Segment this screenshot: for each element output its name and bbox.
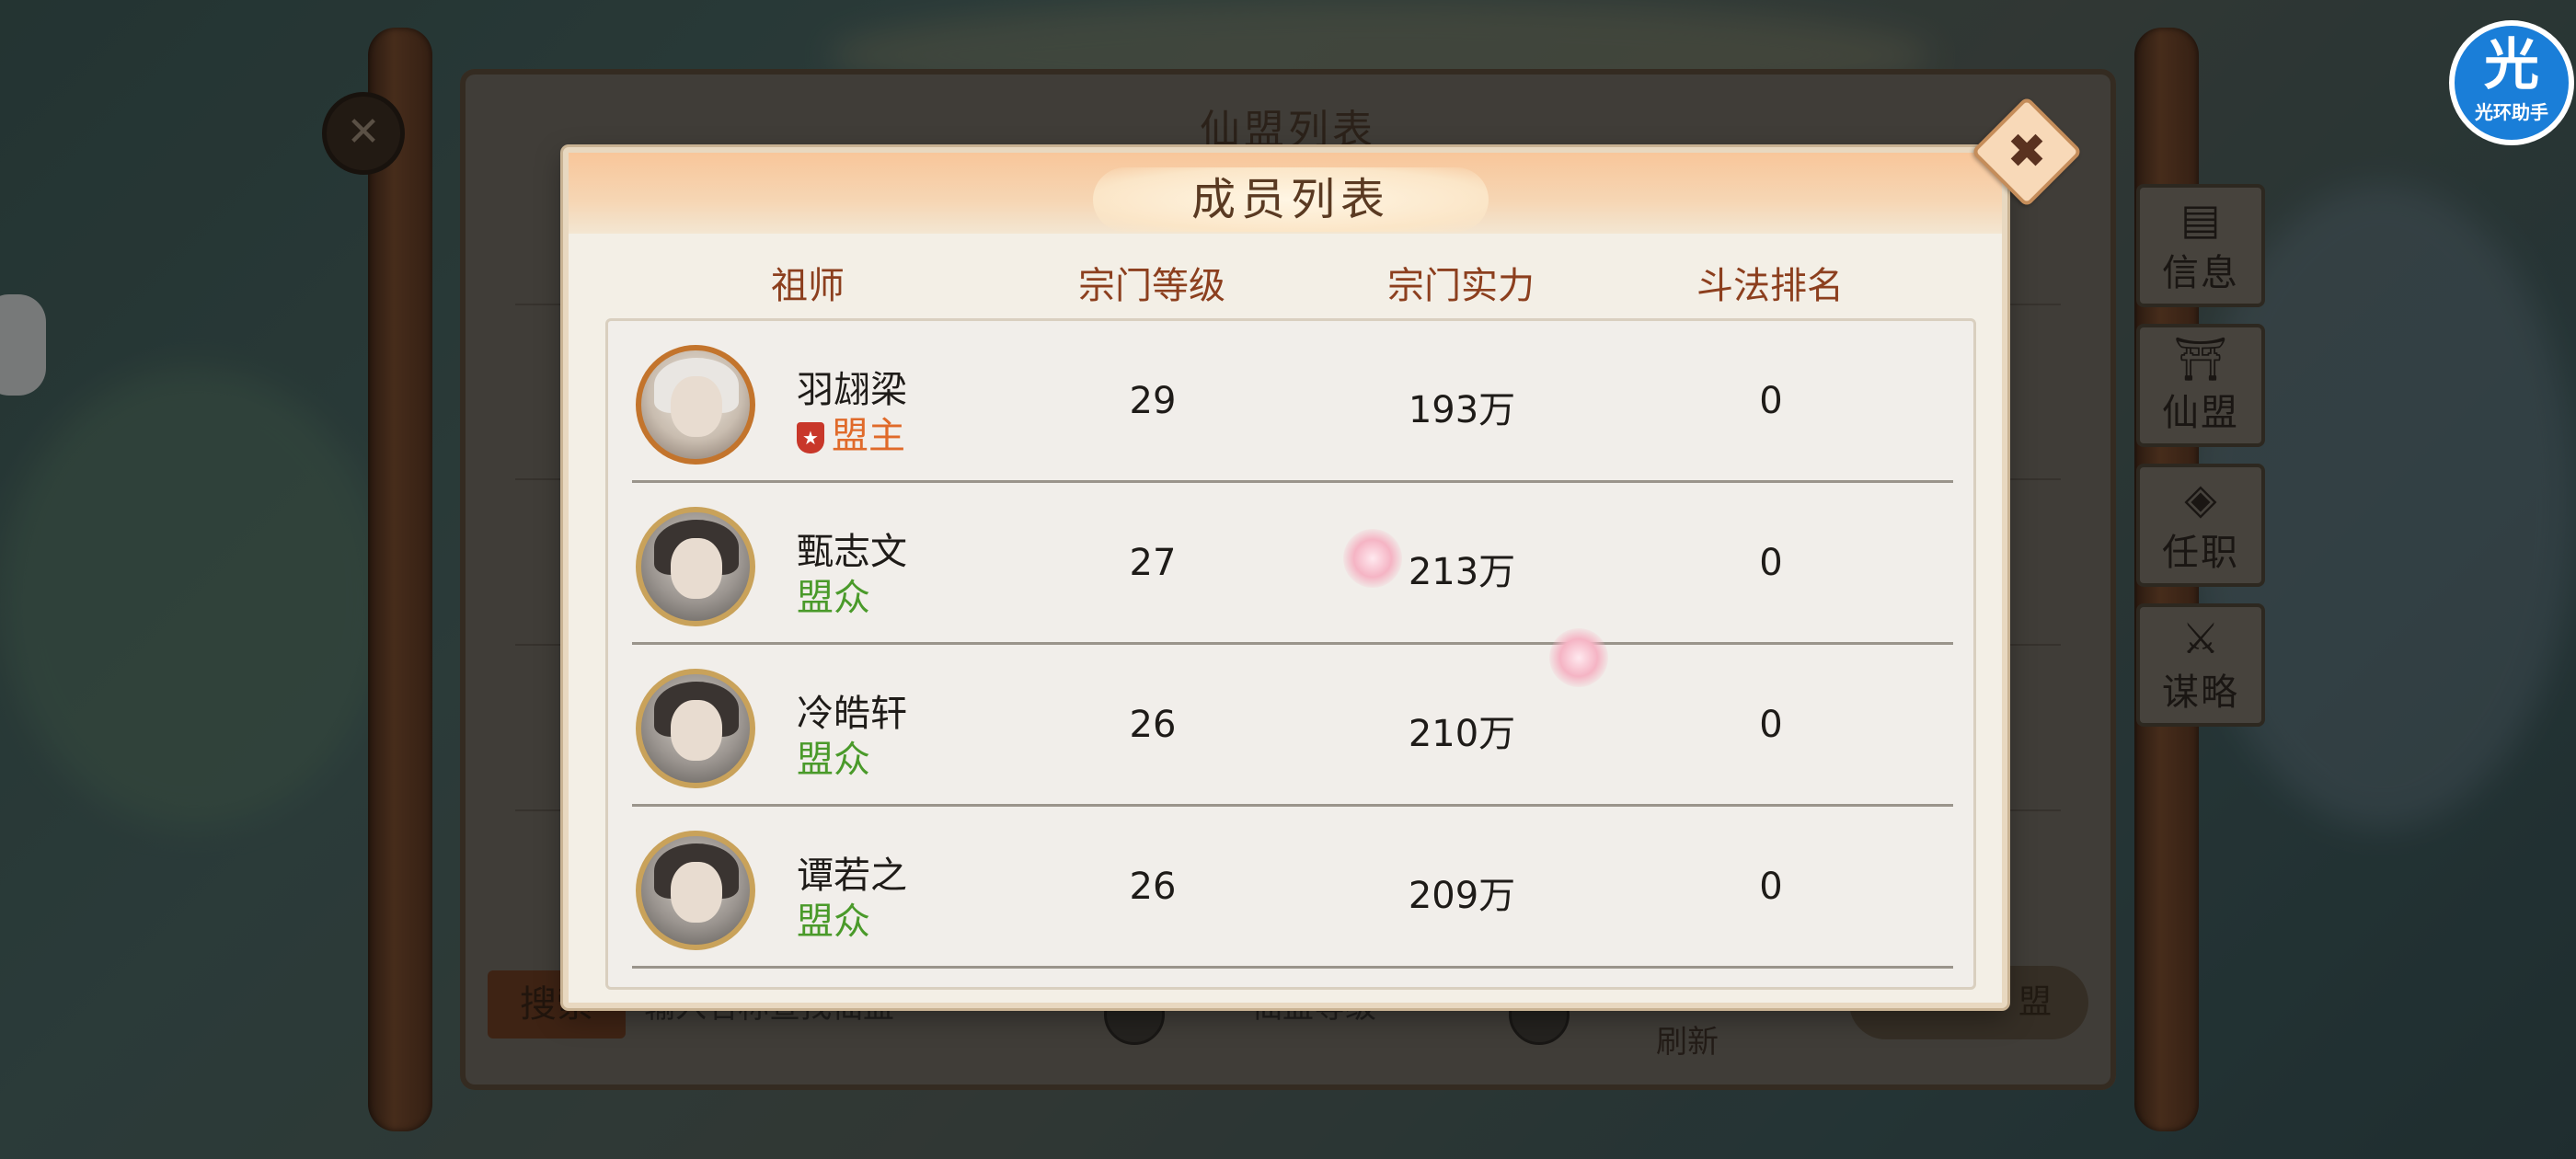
battle-rank: 0 [1759,704,1783,746]
battle-rank: 0 [1759,380,1783,422]
sect-level: 29 [1129,380,1177,422]
row-divider [632,966,1953,969]
column-header-sect-level: 宗门等级 [1078,265,1225,307]
member-rank: 盟众 [797,901,870,943]
sect-level: 26 [1129,704,1177,746]
sect-power: 210万 [1408,713,1516,755]
battle-rank: 0 [1759,542,1783,584]
table-row[interactable]: 羽翃梁 ★ 盟主 29 193万 0 [608,321,1973,483]
member-rank: 盟众 [797,577,870,619]
modal-title: 成员列表 [1093,167,1489,232]
column-header-founder: 祖师 [771,265,845,307]
sect-level: 27 [1129,542,1177,584]
assistant-logo-text: 光环助手 [2475,101,2548,123]
modal-header: 成员列表 [569,153,2002,234]
member-rank: 盟众 [797,739,870,781]
member-rank: ★ 盟主 [797,406,905,459]
member-list-modal: 成员列表 祖师 宗门等级 宗门实力 斗法排名 羽翃梁 ★ 盟主 29 193万 0… [563,147,2007,1008]
sect-power: 193万 [1408,389,1516,431]
avatar[interactable] [636,345,755,465]
member-rank-label: 盟主 [832,415,905,457]
petal-effect-icon [1343,529,1402,588]
column-header-battle-rank: 斗法排名 [1696,265,1844,307]
avatar[interactable] [636,831,755,950]
table-row[interactable]: 冷皓轩 盟众 26 210万 0 [608,645,1973,807]
assistant-logo-char: 光 [2484,33,2539,98]
close-icon: ✖ [2007,124,2047,179]
table-row[interactable]: 甄志文 盟众 27 213万 0 [608,483,1973,645]
leader-shield-icon: ★ [797,422,824,453]
avatar[interactable] [636,669,755,788]
battle-rank: 0 [1759,866,1783,908]
member-table: 羽翃梁 ★ 盟主 29 193万 0 甄志文 盟众 27 213万 0 冷皓轩 盟… [605,318,1976,990]
sect-level: 26 [1129,866,1177,908]
avatar[interactable] [636,507,755,626]
table-row[interactable]: 谭若之 盟众 26 209万 0 [608,807,1973,969]
column-header-sect-power: 宗门实力 [1387,265,1535,307]
petal-effect-icon [1549,628,1608,687]
assistant-logo[interactable]: 光 光环助手 [2449,20,2574,145]
sect-power: 209万 [1408,875,1516,917]
